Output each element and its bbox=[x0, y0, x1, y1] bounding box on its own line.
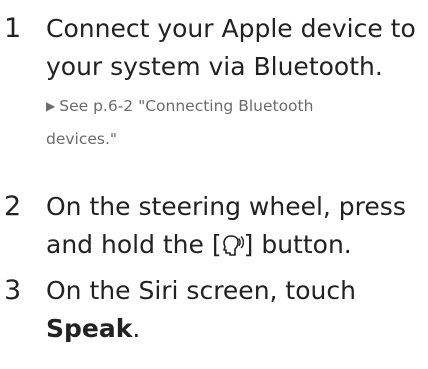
page-reference-line: See p.6-2 "Connecting Bluetooth bbox=[59, 97, 314, 115]
step-number: 2 bbox=[4, 191, 22, 222]
step-instruction: On the Siri screen, touch Speak. bbox=[46, 272, 422, 348]
triangle-bullet-icon: ▶ bbox=[46, 99, 56, 113]
step-number: 1 bbox=[4, 13, 22, 44]
step-instruction-line: Connect your Apple device to bbox=[46, 14, 416, 43]
page-reference: ▶ See p.6-2 "Connecting Bluetooth devices… bbox=[46, 90, 422, 155]
step-number: 3 bbox=[4, 275, 22, 306]
step-instruction-line: On the steering wheel, press bbox=[46, 192, 406, 221]
step-instruction-text: and hold the [ bbox=[46, 230, 222, 259]
step-instruction-text: ] button. bbox=[243, 230, 352, 259]
step-instruction-text: . bbox=[132, 314, 141, 343]
page: { "steps": [ { "number": "1", "line1": "… bbox=[0, 0, 428, 369]
step-instruction: Connect your Apple device to your system… bbox=[46, 10, 422, 86]
step-body: Connect your Apple device to your system… bbox=[46, 10, 422, 155]
step-instruction-line: your system via Bluetooth. bbox=[46, 52, 383, 81]
step-body: On the steering wheel, press and hold th… bbox=[46, 188, 422, 264]
step-body: On the Siri screen, touch Speak. bbox=[46, 272, 422, 348]
page-reference-line: devices." bbox=[46, 130, 118, 148]
step-instruction-line: On the Siri screen, touch bbox=[46, 276, 356, 305]
step-instruction: On the steering wheel, press and hold th… bbox=[46, 188, 422, 264]
voice-command-icon bbox=[222, 235, 244, 256]
speak-keyword: Speak bbox=[46, 314, 133, 343]
